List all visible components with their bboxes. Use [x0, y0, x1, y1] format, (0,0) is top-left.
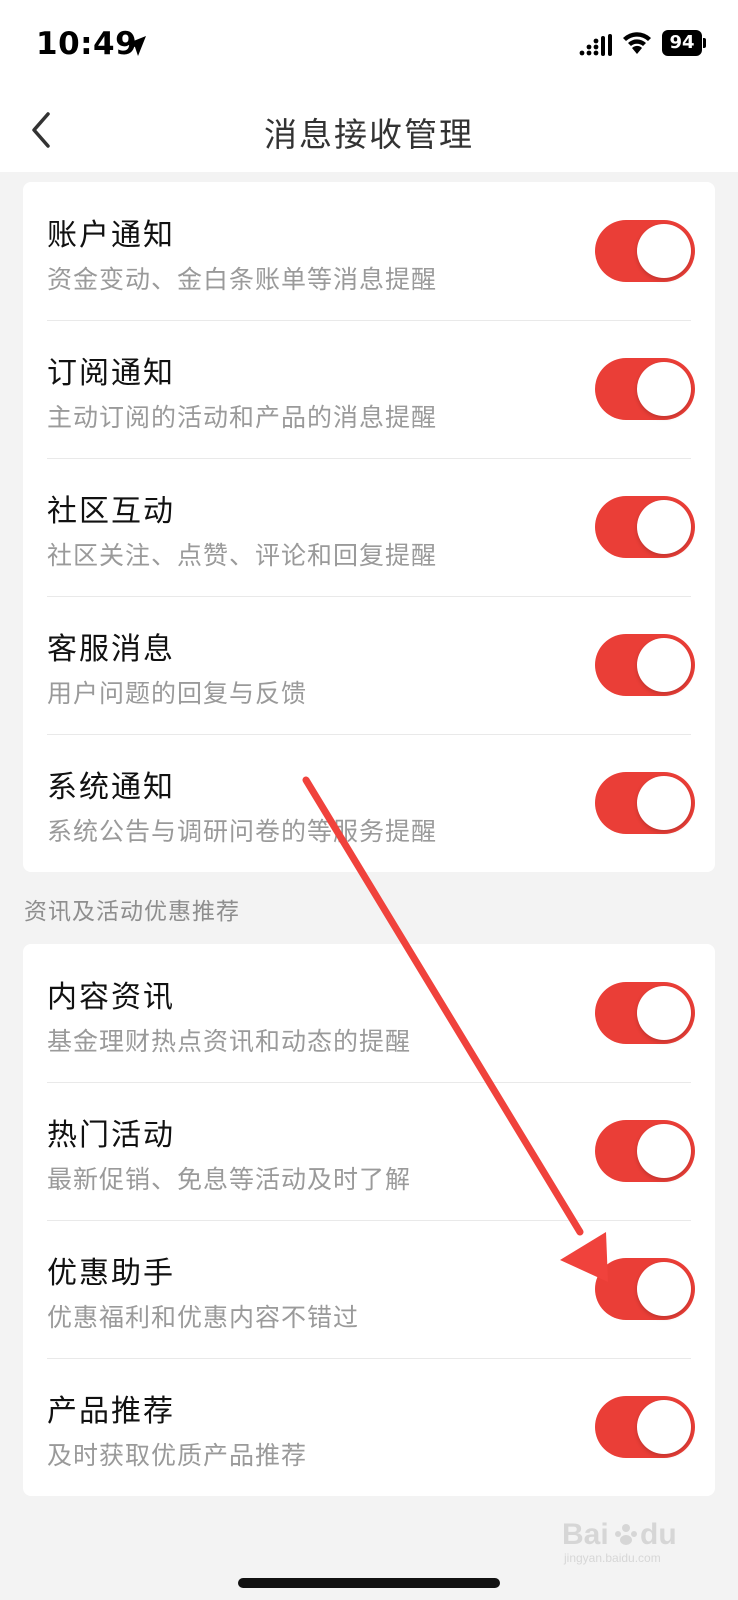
setting-description: 主动订阅的活动和产品的消息提醒	[47, 403, 438, 432]
toggle-switch[interactable]	[595, 1396, 695, 1458]
setting-row: 热门活动 最新促销、免息等活动及时了解	[23, 1082, 715, 1220]
setting-row: 产品推荐 及时获取优质产品推荐	[23, 1358, 715, 1496]
svg-text:du: du	[640, 1518, 677, 1551]
battery-tip	[703, 38, 706, 48]
toggle-knob	[637, 224, 691, 278]
toggle-knob	[637, 986, 691, 1040]
svg-text:Bai: Bai	[562, 1518, 609, 1551]
svg-text:jingyan.baidu.com: jingyan.baidu.com	[563, 1551, 661, 1565]
promotions-card: 内容资讯 基金理财热点资讯和动态的提醒 热门活动 最新促销、免息等活动及时了解 …	[23, 944, 715, 1496]
setting-row: 订阅通知 主动订阅的活动和产品的消息提醒	[23, 320, 715, 458]
setting-title: 优惠助手	[47, 1256, 175, 1291]
toggle-switch[interactable]	[595, 358, 695, 420]
setting-row: 优惠助手 优惠福利和优惠内容不错过	[23, 1220, 715, 1358]
toggle-switch[interactable]	[595, 772, 695, 834]
toggle-switch[interactable]	[595, 220, 695, 282]
setting-row: 系统通知 系统公告与调研问卷的等服务提醒	[23, 734, 715, 872]
status-bar: 10:49 94	[0, 0, 738, 90]
home-indicator[interactable]	[238, 1578, 500, 1588]
baidu-watermark-logo: Bai du jingyan.baidu.com	[562, 1518, 677, 1565]
setting-title: 订阅通知	[47, 356, 175, 391]
toggle-knob	[637, 362, 691, 416]
toggle-knob	[637, 1124, 691, 1178]
setting-title: 客服消息	[47, 632, 175, 667]
setting-title: 账户通知	[47, 218, 175, 253]
setting-description: 资金变动、金白条账单等消息提醒	[47, 265, 438, 294]
setting-title: 产品推荐	[47, 1394, 175, 1429]
setting-description: 基金理财热点资讯和动态的提醒	[47, 1027, 412, 1056]
toggle-knob	[637, 1262, 691, 1316]
battery-icon: 94	[662, 30, 706, 56]
toggle-knob	[637, 776, 691, 830]
toggle-switch[interactable]	[595, 634, 695, 696]
setting-row: 社区互动 社区关注、点赞、评论和回复提醒	[23, 458, 715, 596]
toggle-switch[interactable]	[595, 1120, 695, 1182]
toggle-knob	[637, 638, 691, 692]
signal-icon	[579, 34, 612, 56]
setting-title: 热门活动	[47, 1118, 175, 1153]
status-time: 10:49	[36, 26, 138, 62]
setting-title: 系统通知	[47, 770, 175, 805]
setting-description: 优惠福利和优惠内容不错过	[47, 1303, 360, 1332]
screen: 10:49 94 消息接收管理 账户通知 资金变动、金白条账单等消息提醒 订阅通…	[0, 0, 738, 1600]
setting-row: 内容资讯 基金理财热点资讯和动态的提醒	[23, 944, 715, 1082]
toggle-switch[interactable]	[595, 496, 695, 558]
nav-bar: 消息接收管理	[0, 90, 738, 172]
setting-row: 账户通知 资金变动、金白条账单等消息提醒	[23, 182, 715, 320]
section-label: 资讯及活动优惠推荐	[24, 899, 240, 925]
setting-description: 用户问题的回复与反馈	[47, 679, 308, 708]
setting-title: 社区互动	[47, 494, 175, 529]
setting-title: 内容资讯	[47, 980, 175, 1015]
setting-description: 最新促销、免息等活动及时了解	[47, 1165, 412, 1194]
setting-row: 客服消息 用户问题的回复与反馈	[23, 596, 715, 734]
location-arrow-icon	[126, 36, 146, 56]
toggle-switch[interactable]	[595, 1258, 695, 1320]
battery-level: 94	[662, 30, 702, 56]
setting-description: 社区关注、点赞、评论和回复提醒	[47, 541, 438, 570]
toggle-knob	[637, 1400, 691, 1454]
toggle-switch[interactable]	[595, 982, 695, 1044]
toggle-knob	[637, 500, 691, 554]
page-title: 消息接收管理	[264, 115, 474, 154]
setting-description: 系统公告与调研问卷的等服务提醒	[47, 817, 438, 846]
wifi-icon	[623, 32, 651, 54]
setting-description: 及时获取优质产品推荐	[47, 1441, 308, 1470]
notifications-card: 账户通知 资金变动、金白条账单等消息提醒 订阅通知 主动订阅的活动和产品的消息提…	[23, 182, 715, 872]
